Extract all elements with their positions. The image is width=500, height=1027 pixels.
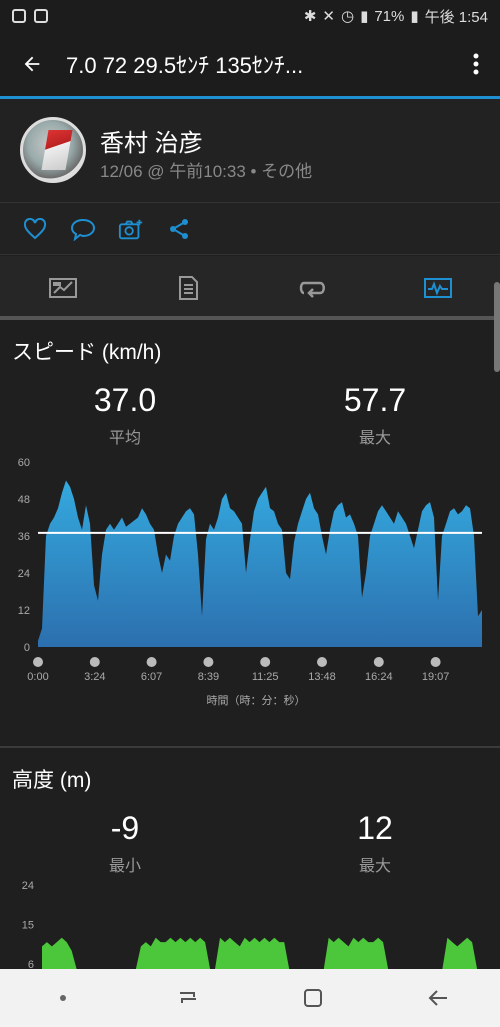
action-row — [0, 203, 500, 255]
chart-icon — [423, 278, 452, 298]
dot-icon — [59, 995, 66, 1001]
altitude-min-value: -9 — [110, 810, 140, 846]
y-tick-label: 0 — [24, 642, 30, 654]
x-tick-label: 16:24 — [365, 671, 393, 683]
speed-chart: 0 12 24 36 48 60 0:00 3:24 6:07 8:39 11:25 13:48 16:… — [18, 457, 482, 707]
tab-charts[interactable] — [375, 256, 500, 320]
clock: 午後 1:54 — [424, 8, 488, 26]
avatar[interactable] — [20, 117, 86, 183]
tabs-underline — [0, 316, 500, 320]
altitude-max-value: 12 — [357, 810, 393, 846]
speed-max-value: 57.7 — [343, 382, 407, 418]
recent-apps-button[interactable] — [158, 969, 218, 1027]
camera-plus-icon — [118, 219, 143, 239]
status-bar: ✱ ✕ ◷ ▮ 71% ▮ 午後 1:54 — [0, 0, 500, 32]
more-vert-icon — [473, 53, 479, 75]
share-button[interactable] — [166, 216, 192, 242]
document-icon — [178, 276, 198, 300]
overflow-menu-button[interactable] — [452, 32, 500, 96]
y-tick-label: 12 — [18, 605, 30, 617]
arrow-left-icon — [24, 56, 40, 72]
x-tick-dot — [146, 657, 157, 667]
add-photo-button[interactable] — [118, 216, 144, 242]
system-nav-bar — [0, 969, 500, 1027]
comment-icon — [70, 218, 96, 241]
profile-header: 香村 治彦 12/06 @ 午前10:33 • その他 — [0, 99, 500, 203]
y-tick-label: 15 — [22, 920, 34, 932]
x-tick-label: 3:24 — [84, 671, 105, 683]
x-tick-dot — [89, 657, 100, 667]
battery-icon: ▮ — [410, 8, 419, 25]
speed-title: スピード (km/h) — [12, 341, 162, 364]
back-button[interactable] — [0, 32, 64, 96]
signal-icon: ▮ — [360, 8, 369, 25]
system-back-button[interactable] — [408, 969, 468, 1027]
activity-title: 7.0 72 29.5ｾﾝﾁ 135ｾﾝﾁ... — [66, 53, 304, 78]
speed-avg-label: 平均 — [108, 430, 141, 447]
x-tick-dot — [33, 657, 43, 667]
share-icon — [170, 218, 188, 239]
battery-level: 71% — [374, 7, 405, 25]
altitude-min-label: 最小 — [108, 858, 141, 875]
speed-series-area — [38, 480, 482, 647]
altitude-max-label: 最大 — [358, 858, 391, 875]
x-tick-label: 13:48 — [308, 671, 336, 683]
tab-laps[interactable] — [250, 256, 375, 320]
y-tick-label: 24 — [22, 880, 34, 892]
x-tick-label: 19:07 — [422, 671, 450, 683]
x-tick-label: 0:00 — [27, 671, 48, 683]
y-tick-label: 60 — [18, 457, 30, 469]
alarm-icon: ◷ — [340, 8, 355, 25]
recents-icon — [179, 992, 196, 1003]
heart-icon — [23, 217, 47, 239]
altitude-series-area — [42, 937, 482, 969]
activity-meta: 12/06 @ 午前10:33 • その他 — [100, 162, 313, 181]
comment-button[interactable] — [70, 216, 96, 242]
section-divider — [0, 746, 500, 748]
loop-icon — [299, 281, 325, 298]
home-icon — [303, 989, 322, 1007]
instagram-icon — [12, 9, 26, 23]
back-icon — [428, 990, 447, 1006]
speed-avg-value: 37.0 — [93, 382, 157, 418]
x-tick-dot — [260, 657, 271, 667]
y-tick-label: 48 — [18, 494, 30, 506]
x-tick-label: 6:07 — [141, 671, 162, 683]
scrollbar[interactable] — [494, 282, 500, 372]
altitude-title: 高度 (m) — [12, 769, 92, 792]
like-button[interactable] — [22, 216, 48, 242]
y-tick-label: 36 — [18, 531, 30, 543]
mute-icon: ✕ — [322, 8, 335, 25]
altitude-chart: 6 15 24 — [22, 880, 482, 969]
nav-dot-button[interactable] — [33, 969, 93, 1027]
app-bar: 7.0 72 29.5ｾﾝﾁ 135ｾﾝﾁ... — [0, 32, 500, 96]
x-tick-label: 8:39 — [198, 671, 219, 683]
user-name[interactable]: 香村 治彦 — [100, 123, 203, 158]
notification-icon — [34, 9, 48, 23]
tab-map[interactable] — [0, 256, 125, 320]
bluetooth-icon: ✱ — [303, 8, 317, 25]
x-tick-dot — [317, 657, 327, 667]
x-axis-label: 時間（時：分：秒） — [207, 693, 306, 707]
y-tick-label: 6 — [28, 959, 34, 969]
x-tick-dot — [373, 657, 384, 667]
speed-max-label: 最大 — [358, 430, 391, 447]
y-tick-label: 24 — [18, 568, 30, 580]
x-tick-dot — [203, 657, 214, 667]
map-icon — [48, 278, 77, 298]
home-button[interactable] — [283, 969, 343, 1027]
activity-tabs — [0, 256, 500, 320]
x-tick-label: 11:25 — [252, 671, 279, 683]
x-tick-dot — [430, 657, 441, 667]
tab-details[interactable] — [125, 256, 250, 320]
